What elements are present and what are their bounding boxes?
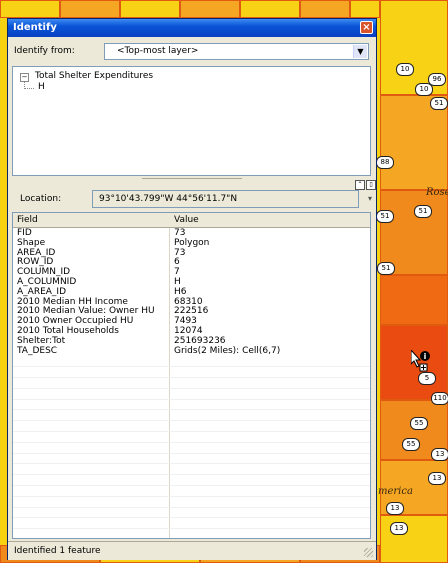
route-shield: 51 [430,97,448,110]
title-bar[interactable]: Identify × [8,19,376,37]
map-grid-cell [380,515,448,563]
empty-row [13,529,370,538]
identify-from-row: Identify from: <Top-most layer> ▼ [8,41,376,63]
empty-row [13,367,370,378]
empty-row [13,475,370,486]
map-place-label: merica [378,486,413,497]
tree-layer-item[interactable]: Total Shelter Expenditures [35,71,153,81]
table-row[interactable]: A_COLUMNID H [13,277,370,288]
route-shield: 13 [431,448,448,461]
field-name: TA_DESC [17,345,58,356]
status-text: Identified 1 feature [14,546,101,556]
identify-from-value: <Top-most layer> [117,46,199,56]
empty-row [13,432,370,443]
collapse-icon[interactable]: − [20,73,29,82]
empty-row [13,421,370,432]
close-icon: × [362,22,371,33]
location-value: 93°10'43.799"W 44°56'11.7"N [99,194,238,204]
map-grid-cell [350,0,380,18]
column-header-field[interactable]: Field [17,215,38,225]
route-shield: 13 [390,522,408,535]
svg-text:i: i [424,352,427,361]
table-header: Field Value [13,213,370,228]
tree-feature-item[interactable]: H [38,82,45,92]
attribute-table: Field Value FID 73 Shape Polygon AREA_ID 73 RO… [12,212,371,539]
table-row[interactable]: Shape Polygon [13,238,370,249]
status-bar: Identified 1 feature [8,541,376,560]
empty-row [13,356,370,368]
empty-row [13,497,370,508]
route-shield: 110 [431,392,448,405]
empty-row [13,508,370,519]
empty-row [13,443,370,454]
route-shield: 51 [414,205,432,218]
pane-splitter[interactable] [12,176,371,182]
empty-row [13,486,370,497]
chevron-down-icon[interactable]: ▼ [353,45,367,58]
route-shield: 13 [428,472,446,485]
field-value: Grids(2 Miles): Cell(6,7) [174,345,281,356]
map-grid-cell [120,0,180,18]
empty-row [13,378,370,389]
empty-row [13,454,370,465]
identify-from-dropdown[interactable]: <Top-most layer> ▼ [104,43,369,60]
empty-row [13,389,370,400]
empty-row [13,464,370,476]
empty-row [13,518,370,530]
window-title: Identify [13,22,57,33]
route-shield: 55 [402,438,420,451]
location-menu-icon[interactable]: ▾ [368,194,372,203]
route-shield: 51 [376,210,394,223]
resize-grip-icon[interactable] [364,548,373,557]
map-grid-cell [300,0,350,18]
results-tree: − Total Shelter Expenditures H [12,66,371,176]
splitter-grip [142,178,242,179]
tree-connector [24,82,34,89]
route-shield: 55 [410,417,428,430]
table-body: FID 73 Shape Polygon AREA_ID 73 ROW_ID 6 COLUMN_… [13,228,370,538]
map-grid-cell [180,0,240,18]
route-shield: 88 [376,156,394,169]
map-grid-cell [240,0,300,18]
identify-window: Identify × Identify from: <Top-most laye… [7,18,377,560]
route-shield: 13 [386,502,404,515]
location-row: Location: 93°10'43.799"W 44°56'11.7"N ▾ [8,189,376,211]
table-row[interactable]: TA_DESC Grids(2 Miles): Cell(6,7) [13,345,370,357]
table-row[interactable]: AREA_ID 73 [13,248,370,259]
map-grid-cell [60,0,120,18]
map-place-label: Rose [426,187,448,198]
location-field: 93°10'43.799"W 44°56'11.7"N [92,190,359,208]
map-grid-cell [380,275,448,325]
map-grid-cell [0,0,60,18]
identify-from-label: Identify from: [14,46,75,56]
close-button[interactable]: × [360,21,373,34]
route-shield: 10 [396,63,414,76]
location-label: Location: [20,194,62,204]
route-shield: 96 [428,73,446,86]
route-shield: 51 [377,262,395,275]
column-header-value[interactable]: Value [174,215,199,225]
empty-row [13,410,370,422]
identify-cursor-icon: i [410,348,435,384]
empty-row [13,400,370,411]
